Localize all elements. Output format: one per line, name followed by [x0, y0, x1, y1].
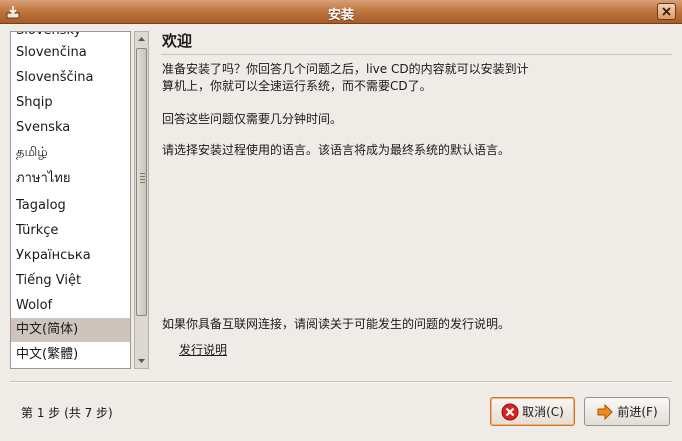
language-item[interactable]: Wolof	[11, 294, 130, 318]
cancel-icon	[501, 403, 519, 420]
language-item[interactable]: Türkçe	[11, 219, 130, 243]
language-instruction-text: 请选择安装过程使用的语言。该语言将成为最终系统的默认语言。	[162, 143, 511, 157]
close-icon	[662, 7, 671, 16]
release-notes-text: 如果你具备互联网连接，请阅读关于可能发生的问题的发行说明。	[162, 317, 511, 331]
heading-separator	[161, 54, 672, 55]
language-item[interactable]: Slovenščina	[11, 66, 130, 90]
forward-button-label: 前进(F)	[617, 405, 658, 419]
cancel-button[interactable]: 取消(C)	[490, 397, 575, 426]
cancel-button-label: 取消(C)	[522, 405, 564, 419]
welcome-heading: 欢迎	[162, 32, 193, 50]
language-item-selected[interactable]: 中文(简体)	[11, 318, 130, 342]
time-estimate-text: 回答这些问题仅需要几分钟时间。	[162, 112, 343, 126]
window-title: 安装	[327, 8, 354, 23]
intro-text-line-1: 准备安装了吗？你回答几个问题之后，live CD的内容就可以安装到计	[162, 62, 529, 76]
language-item[interactable]: Shqip	[11, 91, 130, 115]
footer-separator	[10, 381, 672, 383]
title-bar: 安装	[0, 0, 682, 24]
language-item[interactable]: தமிழ்	[11, 141, 130, 165]
scroll-thumb[interactable]	[136, 48, 147, 316]
scroll-down-arrow-icon[interactable]	[136, 355, 147, 366]
language-item[interactable]: Українська	[11, 244, 130, 268]
intro-text-line-2: 算机上，你就可以全速运行系统，而不需要CD了。	[162, 79, 432, 93]
language-item[interactable]: Tiếng Việt	[11, 269, 130, 293]
close-window-button[interactable]	[657, 3, 676, 20]
step-indicator: 第 1 步 (共 7 步)	[21, 406, 113, 420]
language-item[interactable]: ภาษาไทย	[11, 167, 130, 191]
forward-arrow-icon	[597, 403, 614, 420]
language-item[interactable]: 中文(繁體)	[11, 343, 130, 367]
language-item[interactable]: Slovenčina	[11, 41, 130, 65]
language-item[interactable]: Tagalog	[11, 194, 130, 218]
scroll-up-arrow-icon[interactable]	[136, 34, 147, 45]
language-list-scrollbar[interactable]	[134, 31, 149, 369]
forward-button[interactable]: 前进(F)	[584, 397, 670, 426]
language-item[interactable]: Svenska	[11, 116, 130, 140]
language-list[interactable]: Slovenský Slovenčina Slovenščina Shqip S…	[10, 31, 131, 369]
release-notes-link[interactable]: 发行说明	[179, 342, 227, 359]
